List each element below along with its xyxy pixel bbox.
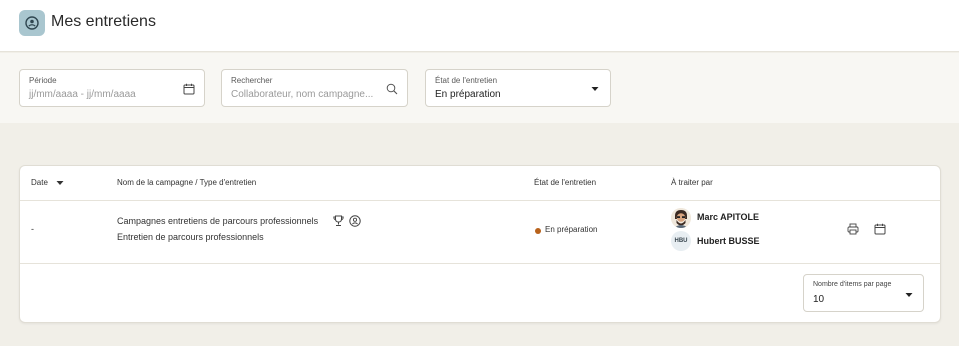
filters-bar: Période jj/mm/aaaa - jj/mm/aaaa Recherch…	[0, 53, 959, 123]
handler-name[interactable]: Marc APITOLE	[697, 212, 759, 222]
row-status: En préparation	[545, 225, 598, 234]
status-select[interactable]: État de l'entretien En préparation	[425, 69, 611, 107]
calendar-icon[interactable]	[182, 82, 196, 96]
search-field[interactable]: Rechercher Collaborateur, nom campagne..…	[221, 69, 408, 107]
status-label: État de l'entretien	[435, 76, 498, 85]
row-divider	[20, 263, 940, 264]
handler-name[interactable]: Hubert BUSSE	[697, 236, 760, 246]
column-header-handlers: À traiter par	[671, 178, 713, 187]
period-label: Période	[29, 76, 57, 85]
interview-type-icon	[349, 215, 361, 227]
row-interview-type: Entretien de parcours professionnels	[117, 232, 264, 242]
column-header-campaign: Nom de la campagne / Type d'entretien	[117, 178, 257, 187]
status-dot	[535, 228, 541, 234]
status-value: En préparation	[435, 89, 501, 100]
column-header-date[interactable]: Date	[31, 178, 64, 187]
interview-icon	[19, 10, 45, 36]
search-input[interactable]: Collaborateur, nom campagne...	[231, 89, 373, 100]
sort-desc-icon[interactable]	[56, 180, 64, 186]
column-header-status: État de l'entretien	[534, 178, 597, 187]
page-header: Mes entretiens	[0, 0, 959, 52]
items-per-page-value: 10	[813, 294, 825, 305]
period-field[interactable]: Période jj/mm/aaaa - jj/mm/aaaa	[19, 69, 205, 107]
caret-down-icon[interactable]	[588, 82, 602, 96]
calendar-icon[interactable]	[873, 222, 887, 236]
avatar-initials: HBU	[671, 231, 691, 251]
interviews-table: Date Nom de la campagne / Type d'entreti…	[19, 165, 941, 323]
page-title: Mes entretiens	[51, 13, 156, 30]
row-campaign-name: Campagnes entretiens de parcours profess…	[117, 216, 319, 226]
trophy-icon	[333, 215, 344, 226]
print-icon[interactable]	[846, 222, 860, 236]
column-date-label: Date	[31, 178, 48, 187]
header-divider	[20, 200, 940, 201]
items-per-page-label: Nombre d'items par page	[813, 281, 892, 288]
period-input[interactable]: jj/mm/aaaa - jj/mm/aaaa	[29, 89, 136, 100]
row-date: -	[31, 224, 34, 234]
search-icon[interactable]	[385, 82, 399, 96]
avatar	[671, 208, 691, 228]
search-label: Rechercher	[231, 76, 273, 85]
items-per-page-select[interactable]: Nombre d'items par page 10	[803, 274, 924, 312]
caret-down-icon[interactable]	[905, 292, 913, 298]
